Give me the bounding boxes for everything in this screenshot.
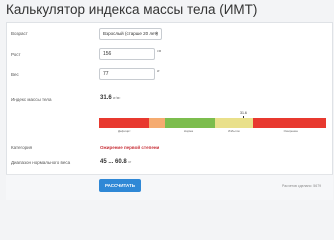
bmi-marker-label: 31.6 xyxy=(240,111,247,115)
height-input[interactable]: 156 xyxy=(99,48,155,60)
bmi-scale-segment xyxy=(99,118,149,128)
bmi-label: Индекс массы тела xyxy=(11,97,52,102)
page-title: Калькулятор индекса массы тела (ИМТ) xyxy=(6,2,258,17)
height-unit: см xyxy=(157,49,162,53)
age-select[interactable]: Взрослый (старше 20 лет) ▾ xyxy=(99,28,162,40)
bmi-scale-labels: Дефицит Норма Избыток Ожирение xyxy=(99,129,326,135)
bmi-scale-segment-label: Дефицит xyxy=(117,129,131,133)
age-label: Возраст xyxy=(11,31,28,36)
range-unit: кг xyxy=(128,160,132,164)
calculation-counter: Расчетов сделано: 5679 xyxy=(282,184,322,188)
weight-input[interactable]: 77 xyxy=(99,68,155,80)
bmi-scale-segment xyxy=(253,118,326,128)
range-from: 45 xyxy=(100,159,107,165)
category-label: Категория xyxy=(11,145,33,150)
bmi-scale-segment-label: Избыток xyxy=(228,129,240,133)
bmi-value: 31.6 xyxy=(100,95,112,101)
weight-unit: кг xyxy=(157,69,160,73)
bmi-scale-segment-label: Норма xyxy=(183,129,194,133)
bmi-scale-segment xyxy=(214,118,254,128)
bmi-scale-segment-label: Ожирение xyxy=(283,129,299,133)
height-label: Рост xyxy=(11,52,21,57)
bmi-scale xyxy=(99,118,326,128)
range-to: 60.8 xyxy=(115,159,127,165)
age-select-value: Взрослый (старше 20 лет) xyxy=(103,31,158,36)
bmi-scale-segment xyxy=(148,118,165,128)
calculate-button[interactable]: РАССЧИТАТЬ xyxy=(99,179,141,192)
normal-weight-range: 45 ... 60.8 кг xyxy=(100,159,131,165)
bmi-unit: кг/м² xyxy=(113,96,121,100)
weight-label: Вес xyxy=(11,72,19,77)
chevron-down-icon: ▾ xyxy=(155,31,158,37)
range-label: Диапазон нормального веса xyxy=(11,160,71,165)
range-separator: ... xyxy=(108,159,114,165)
bmi-scale-segment xyxy=(164,118,215,128)
category-value: Ожирение первой степени xyxy=(100,145,160,150)
